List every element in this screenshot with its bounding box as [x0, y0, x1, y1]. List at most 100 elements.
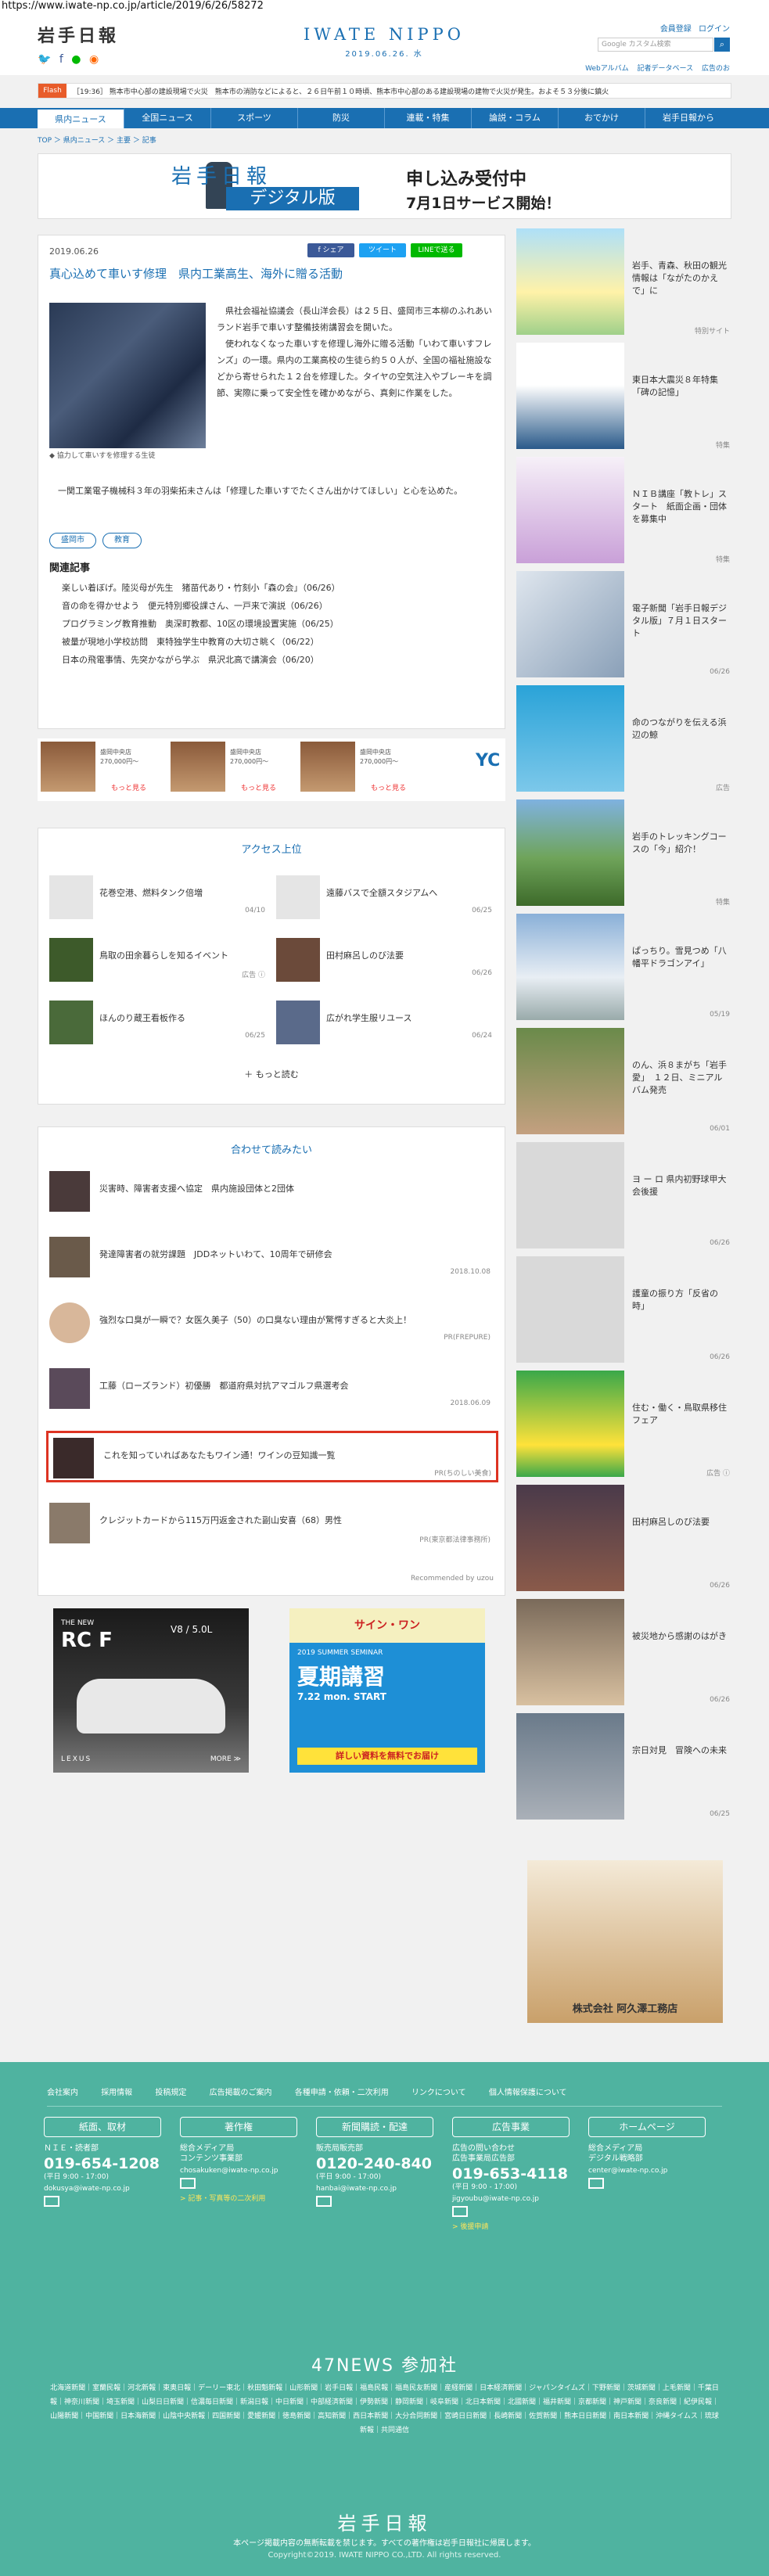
mail-icon[interactable] — [180, 2178, 196, 2189]
side-ad-akuzawa[interactable]: 株式会社 阿久澤工務店 — [527, 1860, 723, 2023]
ranking-item[interactable]: 広がれ学生服リユース 06/24 — [276, 1001, 495, 1044]
nav-national-news[interactable]: 全国ニュース — [124, 108, 211, 128]
address-bar[interactable]: https://www.iwate-np.co.jp/article/2019/… — [0, 0, 769, 13]
digital-banner[interactable]: 岩手日報 デジタル版 申し込み受付中 7月1日サービス開始！ — [38, 153, 731, 219]
mail-icon[interactable] — [588, 2178, 604, 2189]
facebook-icon[interactable]: f — [59, 53, 63, 66]
related-item[interactable]: プログラミング教育推動 奥深町教都、10区の環境設置実施（06/25） — [62, 617, 500, 635]
iwate-nippo-logo[interactable]: IWATE NIPPO — [302, 25, 466, 44]
47news-papers[interactable]: 北海道新聞｜室蘭民報｜河北新報｜東奥日報｜デーリー東北｜秋田魁新報｜山形新聞｜岩… — [47, 2381, 722, 2438]
footer-email[interactable]: center@iwate-np.co.jp — [588, 2167, 706, 2175]
side-item[interactable]: 田村麻呂しのび法要 06/26 — [516, 1485, 731, 1599]
footer-link[interactable]: リンクについて — [411, 2089, 466, 2097]
lexus-ad[interactable]: THE NEW RC F V8 / 5.0L LEXUS MORE ≫ — [53, 1608, 249, 1773]
ad-more-link[interactable]: もっと見る — [371, 782, 406, 792]
mail-icon[interactable] — [452, 2206, 468, 2217]
register-link[interactable]: 会員登録 — [660, 25, 692, 34]
uzou-credit[interactable]: Recommended by uzou — [411, 1575, 494, 1583]
facebook-share-button[interactable]: f シェア — [307, 243, 354, 257]
footer-logo[interactable]: 岩手日報 — [0, 2508, 769, 2535]
breadcrumb[interactable]: TOP ＞ 県内ニュース ＞ 主要 ＞ 記事 — [38, 135, 156, 145]
nav-local-news[interactable]: 県内ニュース — [38, 108, 124, 128]
side-item[interactable]: ＮＩＢ講座「教トレ」スタート 紙面企画・団体を募集中 特集 — [516, 457, 731, 571]
nav-series[interactable]: 連載・特集 — [385, 108, 472, 128]
tweet-button[interactable]: ツイート — [359, 243, 406, 257]
ad-item[interactable]: 盛岡中央店 270,000円～ もっと見る — [41, 742, 158, 798]
tag-morioka[interactable]: 盛岡市 — [49, 533, 96, 548]
recommend-item[interactable]: クレジットカードから115万円返金された副山安喜（68）男性 PR(東京都法律事… — [49, 1500, 495, 1547]
ranking-item[interactable]: ほんのり蔵王看板作る 06/25 — [49, 1001, 268, 1044]
side-item[interactable]: 電子新聞「岩手日報デジタル版」７月１日スタート 06/26 — [516, 571, 731, 685]
nav-editorial[interactable]: 論説・コラム — [472, 108, 559, 128]
footer-phone[interactable]: 019-653-4118 — [452, 2165, 570, 2183]
footer-link[interactable]: 投稿規定 — [155, 2089, 186, 2097]
footer-sponsor-link[interactable]: > 後援申請 — [452, 2222, 570, 2232]
related-item[interactable]: 楽しい着ぼげ。陸災母が先生 猪苗代あり・竹刻小「森の会」（06/26） — [62, 581, 500, 599]
side-item[interactable]: 東日本大震災８年特集「碑の記憶」 特集 — [516, 343, 731, 457]
article-photo[interactable] — [49, 303, 206, 448]
footer-phone[interactable]: 0120-240-840 — [316, 2155, 433, 2172]
ranking-item[interactable]: 遠藤バスで全額スタジアムへ 06/25 — [276, 875, 495, 919]
side-item[interactable]: ぱっちり。雪見つめ「八幡平ドラゴンアイ」 05/19 — [516, 914, 731, 1028]
side-item[interactable]: 命のつながりを伝える浜辺の鯨 広告 — [516, 685, 731, 799]
footer-secondary-use-link[interactable]: > 記事・写真等の二次利用 — [180, 2194, 297, 2204]
rss-icon[interactable]: ◉ — [89, 53, 99, 66]
web-album-link[interactable]: Webアルバム — [585, 65, 629, 73]
more-button[interactable]: ＋ もっと読む — [38, 1068, 505, 1080]
recommend-item[interactable]: 工藤（ローズランド）初優勝 都道府県対抗アマゴルフ県選考会 2018.06.09 — [49, 1365, 495, 1412]
nav-from-iwate-nippo[interactable]: 岩手日報から — [645, 108, 731, 128]
recommend-item[interactable]: 発達障害者の就労課題 JDDネットいわて、10周年で研修会 2018.10.08 — [49, 1234, 495, 1281]
side-item[interactable]: ヨ ー ロ 県内初野球甲大会後援 06/26 — [516, 1142, 731, 1256]
ad-more-link[interactable]: MORE ≫ — [210, 1755, 241, 1763]
seminar-ad[interactable]: サイン・ワン 2019 SUMMER SEMINAR 夏期講習 7.22 mon… — [289, 1608, 485, 1773]
line-share-button[interactable]: LINEで送る — [411, 243, 462, 257]
reporter-db-link[interactable]: 記者データベース — [638, 65, 694, 73]
footer-link[interactable]: 会社案内 — [47, 2089, 78, 2097]
ad-item[interactable]: 盛岡中央店 270,000円～ もっと見る — [300, 742, 418, 798]
mail-icon[interactable] — [316, 2196, 332, 2207]
ranking-item[interactable]: 田村麻呂しのび法要 06/26 — [276, 938, 495, 982]
line-icon[interactable]: ● — [71, 53, 81, 66]
footer-email[interactable]: hanbai@iwate-np.co.jp — [316, 2185, 433, 2193]
side-item[interactable]: 護童の振り方「反省の時」 06/26 — [516, 1256, 731, 1371]
side-item[interactable]: 岩手、青森、秋田の観光情報は「ながたのかえで」に 特別サイト — [516, 228, 731, 343]
ad-item[interactable]: 盛岡中央店 270,000円～ もっと見る — [171, 742, 288, 798]
seminar-ad-cta[interactable]: 詳しい資料を無料でお届け — [297, 1748, 477, 1765]
footer-link[interactable]: 各種申請・依頼・二次利用 — [295, 2089, 389, 2097]
footer-email[interactable]: chosakuken@iwate-np.co.jp — [180, 2167, 297, 2175]
recommend-item-highlighted[interactable]: これを知っていればあなたもワイン通！ワインの豆知識一覧 PR(ちのしい美食) — [46, 1431, 498, 1482]
footer-email[interactable]: dokusya@iwate-np.co.jp — [44, 2185, 161, 2193]
ad-more-link[interactable]: もっと見る — [241, 782, 276, 792]
side-item[interactable]: 宗日対見 冒険への未来 06/25 — [516, 1713, 731, 1827]
nav-disaster[interactable]: 防災 — [298, 108, 385, 128]
login-link[interactable]: ログイン — [699, 25, 730, 34]
flash-text[interactable]: ［19:36］ 熊本市中心部の建設現場で火災 熊本市の消防などによると、２６日午… — [73, 86, 722, 96]
side-item[interactable]: のん、浜８まがち「岩手愛」 １２日、ミニアルバム発売 06/01 — [516, 1028, 731, 1142]
nav-outing[interactable]: おでかけ — [559, 108, 645, 128]
tag-education[interactable]: 教育 — [102, 533, 142, 548]
twitter-icon[interactable]: 🐦 — [38, 53, 51, 66]
search-input[interactable]: Google カスタム検索 — [598, 38, 713, 52]
side-item[interactable]: 被災地から感謝のはがき 06/26 — [516, 1599, 731, 1713]
ranking-item[interactable]: 花巻空港、燃料タンク倍増 04/10 — [49, 875, 268, 919]
ad-link[interactable]: 広告のお — [702, 65, 730, 73]
footer-link[interactable]: 広告掲載のご案内 — [210, 2089, 272, 2097]
recommend-item[interactable]: 強烈な口臭が一瞬で？女医久美子（50）の口臭ない理由が驚愕すぎると大炎上！ PR… — [49, 1299, 495, 1346]
footer-phone[interactable]: 019-654-1208 — [44, 2155, 161, 2172]
ad-more-link[interactable]: もっと見る — [111, 782, 146, 792]
footer-link[interactable]: 個人情報保護について — [489, 2089, 567, 2097]
footer-link[interactable]: 採用情報 — [101, 2089, 132, 2097]
related-item[interactable]: 音の命を得かせよう 便元特別郷役課さん、一戸来で演説（06/26） — [62, 599, 500, 617]
side-item[interactable]: 岩手のトレッキングコースの「今」紹介！ 特集 — [516, 799, 731, 914]
mail-icon[interactable] — [44, 2196, 59, 2207]
ranking-item[interactable]: 鳥取の田余暮らしを知るイベント 広告 ⓘ — [49, 938, 268, 982]
site-logo[interactable]: 岩手日報 — [38, 22, 119, 47]
footer-email[interactable]: jigyoubu@iwate-np.co.jp — [452, 2195, 570, 2203]
recommend-item[interactable]: 災害時、障害者支援へ協定 県内施設団体と2団体 — [49, 1168, 495, 1215]
search-icon[interactable]: ⌕ — [714, 38, 730, 52]
yc-logo[interactable]: YC — [476, 751, 500, 771]
related-item[interactable]: 日本の飛電事情、先突かながら学ぶ 県沢北高で講演会（06/20） — [62, 653, 500, 671]
related-item[interactable]: 被量が現地小学校訪問 東特独学生中教育の大切さ眺く（06/22） — [62, 635, 500, 653]
side-item[interactable]: 住む・働く・鳥取県移住フェア 広告 ⓘ — [516, 1371, 731, 1485]
nav-sports[interactable]: スポーツ — [211, 108, 298, 128]
